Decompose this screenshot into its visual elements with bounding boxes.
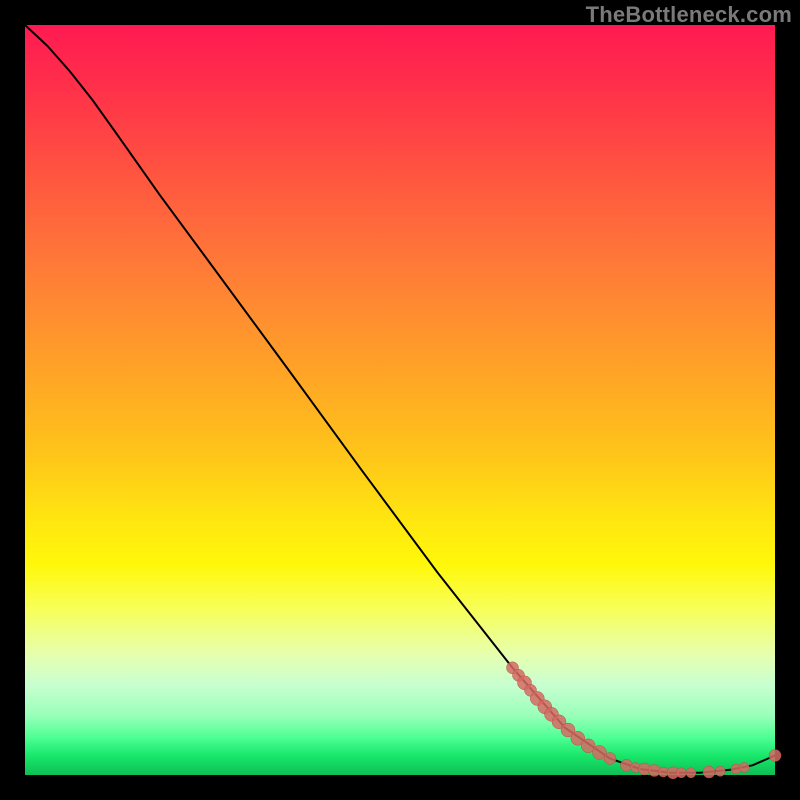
data-point <box>686 768 696 778</box>
data-point <box>604 753 616 765</box>
chart-stage: TheBottleneck.com <box>0 0 800 800</box>
data-points-group <box>507 662 782 779</box>
data-point <box>658 767 668 777</box>
data-point <box>715 766 725 776</box>
data-point <box>676 768 686 778</box>
chart-overlay <box>25 25 775 775</box>
data-point <box>739 763 749 773</box>
data-point <box>769 750 781 762</box>
bottleneck-curve <box>25 25 775 773</box>
data-point <box>703 766 715 778</box>
